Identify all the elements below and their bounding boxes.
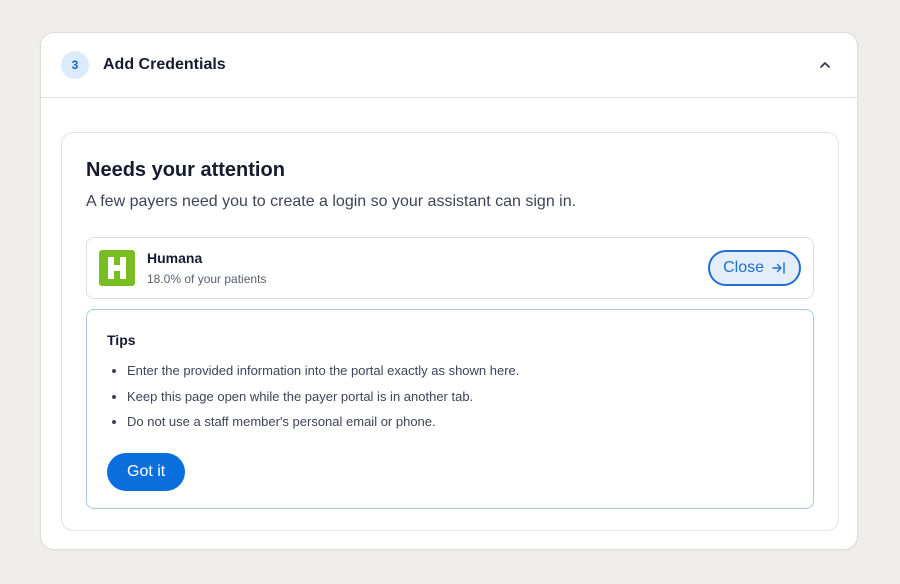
attention-subtitle: A few payers need you to create a login …	[86, 193, 577, 210]
humana-logo	[99, 250, 135, 286]
payer-share: 18.0% of your patients	[147, 272, 267, 286]
attention-title: Needs your attention	[86, 159, 285, 181]
tip-item: Keep this page open while the payer port…	[127, 388, 793, 405]
payer-name: Humana	[147, 250, 203, 266]
step-card: 3 Add Credentials Needs your attention A…	[40, 32, 858, 550]
close-button[interactable]: Close	[708, 250, 801, 286]
step-header[interactable]: 3 Add Credentials	[41, 33, 857, 98]
collapse-button[interactable]	[813, 53, 837, 77]
tips-box: Tips Enter the provided information into…	[86, 309, 814, 509]
tip-item: Do not use a staff member's personal ema…	[127, 413, 793, 430]
tips-title: Tips	[107, 332, 136, 348]
got-it-button[interactable]: Got it	[107, 452, 186, 491]
chevron-up-icon	[820, 62, 830, 68]
tip-item: Enter the provided information into the …	[127, 362, 793, 379]
arrow-right-to-line-icon	[772, 262, 785, 274]
payer-row: Humana 18.0% of your patients Close	[86, 237, 814, 299]
tips-list: Enter the provided information into the …	[107, 362, 793, 430]
step-title: Add Credentials	[103, 56, 226, 73]
close-button-label: Close	[723, 259, 764, 276]
humana-h-icon	[108, 257, 126, 279]
step-number-badge: 3	[61, 51, 89, 79]
attention-panel: Needs your attention A few payers need y…	[61, 132, 839, 531]
